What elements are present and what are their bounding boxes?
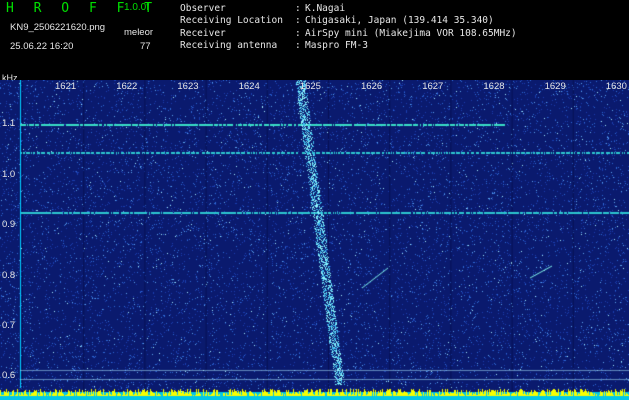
info-row-observer: Observer: K.Nagai <box>180 3 517 15</box>
info-colon: : <box>295 3 301 14</box>
x-tick-label: 1628 <box>483 81 505 92</box>
info-value: Maspro FM-3 <box>305 39 368 51</box>
spectrogram-canvas <box>0 80 629 400</box>
y-tick-label: 0.7 <box>2 320 16 331</box>
y-tick-label: 0.6 <box>2 370 16 381</box>
info-key: Receiving Location <box>180 15 283 27</box>
x-tick-label: 1627 <box>422 81 444 92</box>
timestamp: 25.06.22 16:20 <box>10 41 74 52</box>
x-tick-label: 1626 <box>361 81 383 92</box>
header-panel: H R O F F T 1.0.0f KN9_2506221620.png me… <box>0 0 629 78</box>
x-tick-label: 1624 <box>238 81 260 92</box>
x-tick-label: 1629 <box>544 81 566 92</box>
x-tick-label: 1622 <box>116 81 138 92</box>
info-key: Receiving antenna <box>180 39 278 51</box>
x-tick-label: 1630 <box>605 81 627 92</box>
x-tick-label: 1621 <box>55 81 77 92</box>
file-name: KN9_2506221620.png <box>10 22 106 33</box>
x-tick-label: 1623 <box>177 81 199 92</box>
y-tick-label: 0.8 <box>2 270 16 281</box>
info-value: K.Nagai <box>305 3 346 14</box>
info-colon: : <box>295 39 301 51</box>
info-row-antenna: Receiving antenna: Maspro FM-3 <box>180 40 517 52</box>
mode-label: meleor <box>124 27 154 38</box>
observation-info: Observer: K.Nagai Receiving Location: Chig… <box>180 3 517 52</box>
y-tick-label: 1.0 <box>2 169 16 180</box>
info-value: Chigasaki, Japan (139.414 35.340) <box>305 15 494 27</box>
app-version: 1.0.0f <box>124 2 150 13</box>
info-row-receiver: Receiver: AirSpy mini (Miakejima VOR 108.… <box>180 28 517 40</box>
y-tick-label: 0.9 <box>2 219 16 230</box>
info-colon: : <box>295 27 301 39</box>
count-value: 77 <box>140 41 151 52</box>
info-value: AirSpy mini (Miakejima VOR 108.65MHz) <box>305 27 517 39</box>
y-tick-label: 1.1 <box>2 118 16 129</box>
info-key: Observer <box>180 3 226 14</box>
info-colon: : <box>295 15 301 27</box>
x-tick-label: 1625 <box>299 81 321 92</box>
info-key: Receiver <box>180 27 226 39</box>
info-row-location: Receiving Location: Chigasaki, Japan (139… <box>180 15 517 27</box>
